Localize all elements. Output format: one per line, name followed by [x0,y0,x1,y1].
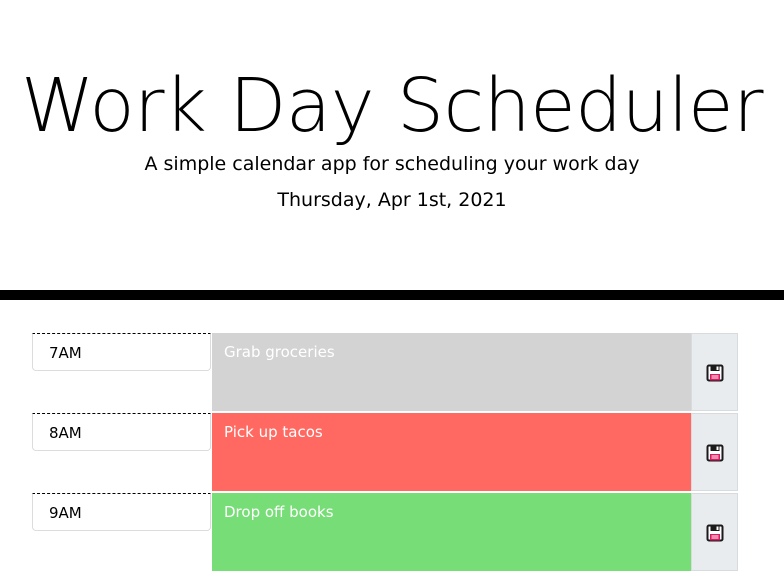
event-description-field[interactable]: Grab groceries [212,333,691,411]
floppy-disk-icon [706,522,724,542]
save-button[interactable] [691,333,738,411]
current-day: Thursday, Apr 1st, 2021 [277,189,507,211]
timeblock-container: 7AM Grab groceries 8AM Pick up tacos 9AM… [32,333,738,573]
timeblock-row-7am: 7AM Grab groceries [32,333,738,413]
page-subtitle: A simple calendar app for scheduling you… [144,153,640,175]
page-title: Work Day Scheduler [20,63,764,149]
event-description-field[interactable]: Pick up tacos [212,413,691,491]
save-button[interactable] [691,493,738,571]
hour-label: 7AM [32,333,211,371]
hour-label: 8AM [32,413,211,451]
timeblock-row-9am: 9AM Drop off books [32,493,738,573]
header: Work Day Scheduler A simple calendar app… [0,0,784,300]
hour-label: 9AM [32,493,211,531]
save-button[interactable] [691,413,738,491]
timeblock-row-8am: 8AM Pick up tacos [32,413,738,493]
floppy-disk-icon [706,442,724,462]
floppy-disk-icon [706,362,724,382]
event-description-field[interactable]: Drop off books [212,493,691,571]
